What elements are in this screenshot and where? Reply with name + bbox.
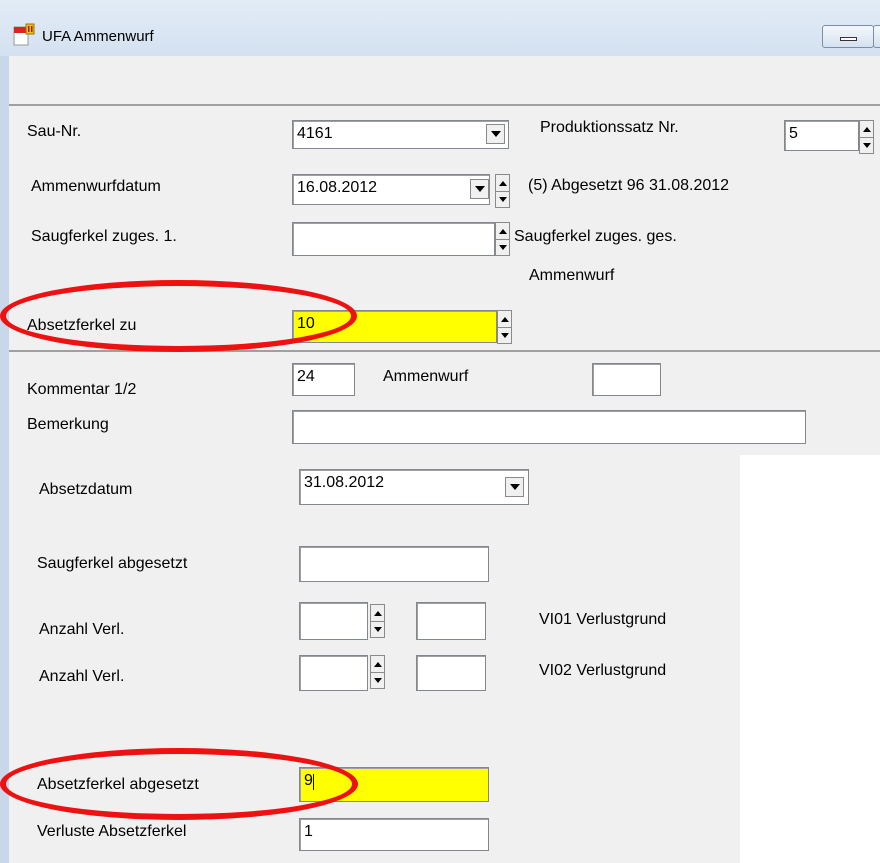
absetzdatum-select[interactable]: 31.08.2012 [299,469,529,505]
absetzferkel-zu-input[interactable]: 10 [292,310,497,343]
produktionssatz-spinner[interactable] [859,120,874,154]
absetzdatum-dropdown-button[interactable] [505,477,524,497]
arrow-down-icon [500,332,509,338]
ammenwurfdatum-spinner[interactable] [495,174,510,208]
verluste-absetzferkel-input[interactable]: 1 [299,818,489,851]
verlustgrund-2-code-input[interactable] [416,655,486,691]
arrow-up-icon [373,610,382,616]
produktionssatz-value: 5 [789,125,798,142]
spin-down-button[interactable] [496,191,509,207]
spin-up-button[interactable] [371,605,384,622]
kommentar-ammenwurf-label: Ammenwurf [383,368,469,385]
verlustgrund-1-label: VI01 Verlustgrund [539,611,667,628]
verlustgrund-2-label: VI02 Verlustgrund [539,662,667,679]
chevron-down-icon [490,131,501,137]
window-title: UFA Ammenwurf [42,28,154,45]
anzahl-verl-2-spinner[interactable] [370,655,385,689]
arrow-up-icon [500,316,509,322]
spin-up-button[interactable] [496,175,509,192]
verluste-absetzferkel-label: Verluste Absetzferkel [37,823,187,840]
arrow-down-icon [498,244,507,250]
arrow-down-icon [373,626,382,632]
ammenwurfdatum-info: (5) Abgesetzt 96 31.08.2012 [528,177,730,194]
spin-down-button[interactable] [498,327,511,343]
spin-down-button[interactable] [496,239,509,255]
produktionssatz-input[interactable]: 5 [784,120,859,151]
arrow-down-icon [498,196,507,202]
arrow-up-icon [498,228,507,234]
ammenwurfdatum-label: Ammenwurfdatum [31,178,161,195]
spin-up-button[interactable] [498,311,511,328]
ammenwurf-label: Ammenwurf [529,267,615,284]
anzahl-verl-2-input[interactable] [299,655,368,691]
sau-nr-value: 4161 [297,125,333,142]
absetzferkel-abgesetzt-label: Absetzferkel abgesetzt [37,776,199,793]
kommentar-value: 24 [297,368,315,385]
saugferkel-abgesetzt-input[interactable] [299,546,489,582]
window-frame-left [0,56,9,863]
absetzferkel-zu-label: Absetzferkel zu [27,317,137,334]
arrow-up-icon [498,180,507,186]
anzahl-verl-1-label: Anzahl Verl. [39,621,125,638]
anzahl-verl-2-label: Anzahl Verl. [39,668,125,685]
divider [9,350,880,352]
bemerkung-label: Bemerkung [27,416,109,433]
absetzferkel-abgesetzt-value: 9 [304,772,313,789]
divider [9,104,880,106]
verluste-absetzferkel-value: 1 [304,823,313,840]
arrow-down-icon [373,677,382,683]
sau-nr-select[interactable]: 4161 [292,120,509,149]
saugferkel-zuges-label: Saugferkel zuges. 1. [31,228,177,245]
sau-nr-label: Sau-Nr. [27,123,82,140]
minimize-icon [840,37,857,41]
ammenwurfdatum-value: 16.08.2012 [297,179,378,196]
anzahl-verl-1-spinner[interactable] [370,604,385,638]
verlustgrund-1-code-input[interactable] [416,602,486,640]
anzahl-verl-1-input[interactable] [299,602,368,640]
chevron-down-icon [474,186,485,192]
minimize-button[interactable] [822,25,874,48]
saugferkel-zuges-input[interactable] [292,222,495,256]
bemerkung-input[interactable] [292,410,806,444]
spin-up-button[interactable] [371,656,384,673]
absetzferkel-zu-value: 10 [297,315,315,332]
absetzdatum-label: Absetzdatum [39,481,133,498]
saugferkel-abgesetzt-label: Saugferkel abgesetzt [37,555,188,572]
saugferkel-zuges-ges-label: Saugferkel zuges. ges. [514,228,677,245]
app-icon [13,23,35,47]
ammenwurfdatum-select[interactable]: 16.08.2012 [292,174,490,205]
saugferkel-zuges-spinner[interactable] [495,222,510,256]
arrow-up-icon [373,661,382,667]
absetzdatum-value: 31.08.2012 [304,474,385,491]
text-caret [313,774,314,790]
arrow-up-icon [862,126,871,132]
absetzferkel-abgesetzt-input[interactable]: 9 [299,767,489,802]
spin-up-button[interactable] [860,121,873,138]
sau-nr-dropdown-button[interactable] [486,124,505,144]
spin-down-button[interactable] [860,137,873,153]
maximize-button[interactable] [873,25,880,48]
arrow-down-icon [862,142,871,148]
kommentar-input[interactable]: 24 [292,363,355,396]
absetzferkel-zu-spinner[interactable] [497,310,512,344]
kommentar-label: Kommentar 1/2 [27,381,137,398]
kommentar-2-input[interactable] [592,363,661,396]
ammenwurfdatum-dropdown-button[interactable] [470,179,489,199]
chevron-down-icon [509,484,520,490]
spin-up-button[interactable] [496,223,509,240]
produktionssatz-label: Produktionssatz Nr. [540,119,679,136]
spin-down-button[interactable] [371,621,384,637]
spin-down-button[interactable] [371,672,384,688]
